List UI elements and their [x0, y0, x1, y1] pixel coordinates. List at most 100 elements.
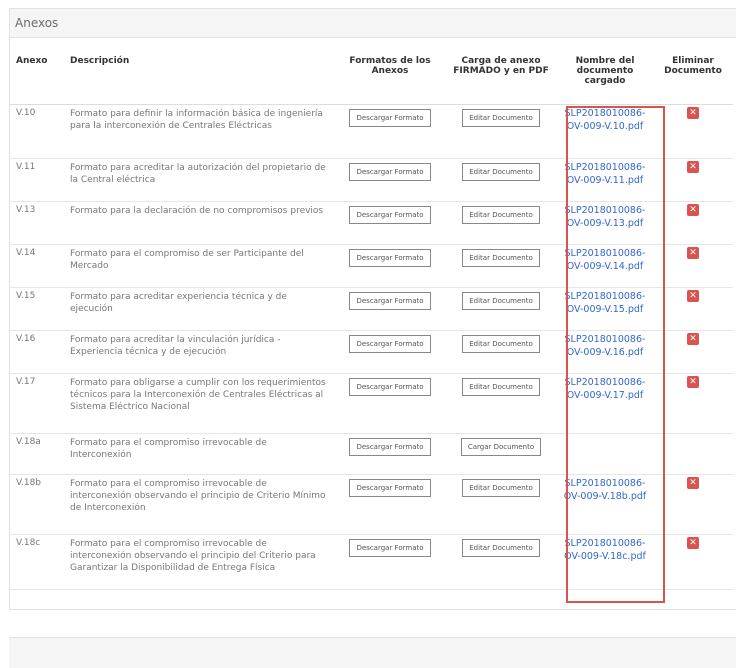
editar-documento-button[interactable]: Editar Documento — [462, 109, 540, 127]
close-icon[interactable]: ✕ — [687, 247, 699, 259]
document-link[interactable]: SLP2018010086-OV-009-V.18c.pdf — [557, 537, 653, 563]
delete-cell — [653, 433, 733, 475]
editar-documento-button[interactable]: Editar Documento — [462, 479, 540, 497]
document-name-cell: SLP2018010086-OV-009-V.17.pdf — [557, 373, 653, 434]
anexo-code: V.16 — [10, 330, 64, 374]
document-link[interactable]: SLP2018010086-OV-009-V.16.pdf — [557, 333, 653, 359]
editar-documento-button[interactable]: Editar Documento — [462, 292, 540, 310]
delete-cell: ✕ — [653, 474, 733, 535]
delete-cell: ✕ — [653, 373, 733, 434]
anexo-description: Formato para acreditar la autorización d… — [64, 158, 335, 202]
delete-cell: ✕ — [653, 534, 733, 590]
anexo-code: V.15 — [10, 287, 64, 331]
document-name-cell: SLP2018010086-OV-009-V.13.pdf — [557, 201, 653, 245]
document-link[interactable]: SLP2018010086-OV-009-V.11.pdf — [557, 161, 653, 187]
anexo-code: V.10 — [10, 104, 64, 159]
cargar-documento-button[interactable]: Cargar Documento — [460, 438, 542, 456]
anexo-code: V.18a — [10, 433, 64, 475]
document-link[interactable]: SLP2018010086-OV-009-V.14.pdf — [557, 247, 653, 273]
editar-documento-button[interactable]: Editar Documento — [462, 249, 540, 267]
close-icon[interactable]: ✕ — [687, 107, 699, 119]
table-row: V.15 Formato para acreditar experiencia t… — [10, 287, 733, 331]
header-carga: Carga de anexo FIRMADO y en PDF — [445, 56, 557, 105]
header-descripcion: Descripción — [64, 56, 335, 105]
header-eliminar: Eliminar Documento — [653, 56, 733, 105]
table-row: V.10 Formato para definir la información … — [10, 104, 733, 159]
formato-cell: Descargar Formato — [335, 158, 445, 202]
editar-documento-button[interactable]: Editar Documento — [462, 378, 540, 396]
editar-documento-button[interactable]: Editar Documento — [462, 163, 540, 181]
close-icon[interactable]: ✕ — [687, 204, 699, 216]
descargar-formato-button[interactable]: Descargar Formato — [349, 479, 431, 497]
delete-cell: ✕ — [653, 104, 733, 159]
document-link[interactable]: SLP2018010086-OV-009-V.13.pdf — [557, 204, 653, 230]
document-link[interactable]: SLP2018010086-OV-009-V.15.pdf — [557, 290, 653, 316]
table-row: V.18c Formato para el compromiso irrevoca… — [10, 534, 733, 590]
carga-cell: Editar Documento — [445, 104, 557, 159]
formato-cell: Descargar Formato — [335, 104, 445, 159]
carga-cell: Cargar Documento — [445, 433, 557, 475]
table-header-row: Anexo Descripción Formatos de los Anexos… — [10, 56, 733, 105]
close-icon[interactable]: ✕ — [687, 477, 699, 489]
close-icon[interactable]: ✕ — [687, 537, 699, 549]
descargar-formato-button[interactable]: Descargar Formato — [349, 109, 431, 127]
carga-cell: Editar Documento — [445, 244, 557, 288]
close-icon[interactable]: ✕ — [687, 376, 699, 388]
document-name-cell: SLP2018010086-OV-009-V.15.pdf — [557, 287, 653, 331]
descargar-formato-button[interactable]: Descargar Formato — [349, 292, 431, 310]
descargar-formato-button[interactable]: Descargar Formato — [349, 249, 431, 267]
formato-cell: Descargar Formato — [335, 201, 445, 245]
document-name-cell: SLP2018010086-OV-009-V.16.pdf — [557, 330, 653, 374]
document-link[interactable]: SLP2018010086-OV-009-V.18b.pdf — [557, 477, 653, 503]
editar-documento-button[interactable]: Editar Documento — [462, 539, 540, 557]
anexo-code: V.18c — [10, 534, 64, 590]
table-body: V.10 Formato para definir la información … — [10, 104, 733, 590]
descargar-formato-button[interactable]: Descargar Formato — [349, 163, 431, 181]
descargar-formato-button[interactable]: Descargar Formato — [349, 438, 431, 456]
document-link[interactable]: SLP2018010086-OV-009-V.10.pdf — [557, 107, 653, 133]
table-row: V.18b Formato para el compromiso irrevoca… — [10, 474, 733, 535]
header-nombre: Nombre del documento cargado — [557, 56, 653, 105]
anexo-description: Formato para el compromiso de ser Partic… — [64, 244, 335, 288]
carga-cell: Editar Documento — [445, 287, 557, 331]
document-name-cell: SLP2018010086-OV-009-V.18c.pdf — [557, 534, 653, 590]
table-row: V.17 Formato para obligarse a cumplir con… — [10, 373, 733, 434]
table-row: V.11 Formato para acreditar la autorizaci… — [10, 158, 733, 202]
footer-bar — [9, 637, 736, 668]
table-row: V.18a Formato para el compromiso irrevoca… — [10, 433, 733, 475]
carga-cell: Editar Documento — [445, 330, 557, 374]
anexo-code: V.14 — [10, 244, 64, 288]
anexo-description: Formato para el compromiso irrevocable d… — [64, 433, 335, 475]
descargar-formato-button[interactable]: Descargar Formato — [349, 539, 431, 557]
descargar-formato-button[interactable]: Descargar Formato — [349, 378, 431, 396]
delete-cell: ✕ — [653, 244, 733, 288]
document-link[interactable]: SLP2018010086-OV-009-V.17.pdf — [557, 376, 653, 402]
document-name-cell: SLP2018010086-OV-009-V.18b.pdf — [557, 474, 653, 535]
anexo-description: Formato para el compromiso irrevocable d… — [64, 474, 335, 535]
table-row: V.13 Formato para la declaración de no co… — [10, 201, 733, 245]
document-name-cell: SLP2018010086-OV-009-V.11.pdf — [557, 158, 653, 202]
formato-cell: Descargar Formato — [335, 373, 445, 434]
close-icon[interactable]: ✕ — [687, 333, 699, 345]
delete-cell: ✕ — [653, 287, 733, 331]
editar-documento-button[interactable]: Editar Documento — [462, 335, 540, 353]
editar-documento-button[interactable]: Editar Documento — [462, 206, 540, 224]
formato-cell: Descargar Formato — [335, 474, 445, 535]
descargar-formato-button[interactable]: Descargar Formato — [349, 335, 431, 353]
anexo-code: V.11 — [10, 158, 64, 202]
table-row: V.14 Formato para el compromiso de ser Pa… — [10, 244, 733, 288]
delete-cell: ✕ — [653, 201, 733, 245]
close-icon[interactable]: ✕ — [687, 290, 699, 302]
close-icon[interactable]: ✕ — [687, 161, 699, 173]
descargar-formato-button[interactable]: Descargar Formato — [349, 206, 431, 224]
carga-cell: Editar Documento — [445, 474, 557, 535]
anexos-table: Anexo Descripción Formatos de los Anexos… — [10, 56, 733, 590]
anexo-code: V.17 — [10, 373, 64, 434]
formato-cell: Descargar Formato — [335, 433, 445, 475]
document-name-cell — [557, 433, 653, 475]
delete-cell: ✕ — [653, 158, 733, 202]
formato-cell: Descargar Formato — [335, 244, 445, 288]
anexo-code: V.18b — [10, 474, 64, 535]
document-name-cell: SLP2018010086-OV-009-V.14.pdf — [557, 244, 653, 288]
carga-cell: Editar Documento — [445, 158, 557, 202]
